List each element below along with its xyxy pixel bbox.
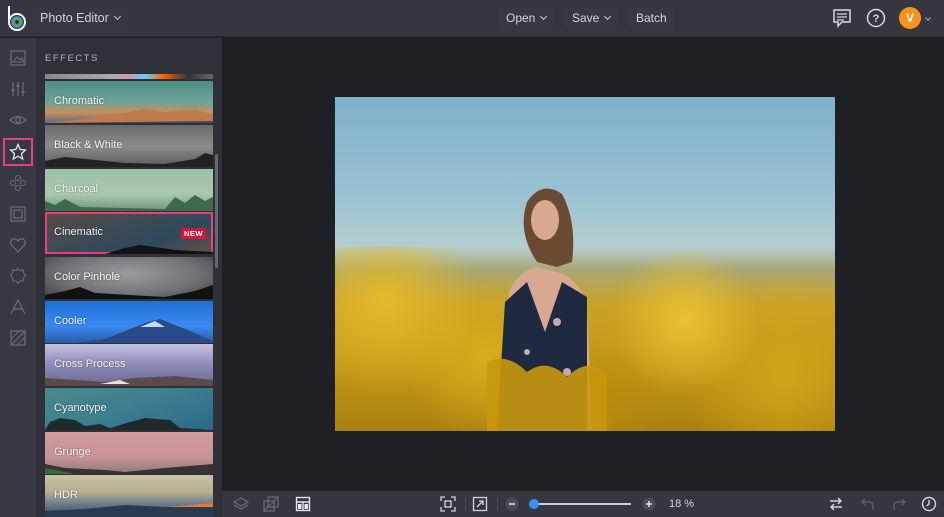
user-avatar[interactable]: V [899, 7, 921, 29]
fit-screen-icon [440, 496, 456, 512]
app-menu-label: Photo Editor [40, 11, 109, 25]
actual-size-button[interactable] [472, 496, 488, 512]
new-badge: NEW [181, 228, 206, 239]
effect-hdr[interactable]: HDR [45, 475, 213, 517]
crop-overlay-icon [263, 496, 279, 512]
rail-item-touch-up[interactable] [3, 106, 33, 134]
rail-item-effects[interactable] [3, 138, 33, 166]
divider [465, 497, 466, 511]
effect-label: Cyanotype [54, 402, 107, 414]
heart-icon [10, 238, 26, 253]
effect-black-and-white[interactable]: Black & White [45, 125, 213, 167]
top-bar: Photo Editor Open Save Batch ? V [0, 0, 944, 37]
effect-label: Black & White [54, 139, 123, 151]
rail-item-image[interactable] [3, 44, 33, 72]
text-icon [10, 298, 26, 315]
photo-canvas[interactable] [335, 97, 835, 431]
effect-cross-process[interactable]: Cross Process [45, 344, 213, 386]
plus-circle-icon [642, 497, 656, 511]
open-button[interactable]: Open [499, 6, 554, 30]
open-label: Open [506, 11, 536, 25]
rail-item-frames[interactable] [3, 200, 33, 228]
batch-button[interactable]: Batch [629, 6, 674, 30]
chevron-down-icon [540, 12, 548, 21]
flower-icon [9, 174, 27, 192]
rail-item-artsy[interactable] [3, 169, 33, 197]
effect-label: Cross Process [54, 358, 126, 370]
fit-to-screen-button[interactable] [440, 496, 456, 512]
zoom-out-button[interactable] [504, 496, 520, 512]
rail-item-graphics[interactable] [3, 231, 33, 259]
image-icon [10, 50, 26, 66]
effect-label: Cinematic [54, 226, 103, 238]
effects-scrollbar[interactable] [215, 154, 218, 268]
effect-label: Grunge [54, 446, 91, 458]
eye-icon [9, 115, 27, 125]
effect-label: HDR [54, 489, 78, 501]
photo-editor-app: Photo Editor Open Save Batch ? V EFFECTS… [0, 0, 944, 517]
effect-label: Cooler [54, 315, 87, 327]
effect-label: Chromatic [54, 95, 105, 107]
effect-color-pinhole[interactable]: Color Pinhole [45, 257, 213, 299]
panel-title: EFFECTS [45, 53, 99, 64]
divider [497, 497, 498, 511]
swap-icon [829, 497, 843, 511]
rail-item-textures[interactable] [3, 324, 33, 352]
layers-button[interactable] [232, 496, 250, 512]
logo-icon[interactable] [6, 5, 28, 31]
zoom-value: 18 % [669, 498, 695, 510]
rail-item-overlays[interactable] [3, 262, 33, 290]
effect-cyanotype[interactable]: Cyanotype [45, 388, 213, 430]
undo-button[interactable] [860, 496, 876, 512]
chevron-down-icon [604, 12, 612, 21]
effect-cinematic[interactable]: Cinematic NEW [45, 212, 213, 254]
undo-icon [861, 498, 874, 510]
svg-text:?: ? [873, 13, 880, 25]
history-button[interactable] [921, 496, 937, 512]
bottom-toolbar: 18 % [222, 491, 944, 517]
effect-grunge[interactable]: Grunge [45, 432, 213, 474]
compare-button[interactable] [828, 496, 844, 512]
woman-subject [487, 188, 607, 431]
rail-item-text[interactable] [3, 293, 33, 321]
save-label: Save [572, 11, 600, 25]
effect-label: Color Pinhole [54, 271, 121, 283]
frame-icon [10, 206, 26, 222]
chat-icon[interactable] [831, 7, 853, 29]
expand-icon [472, 496, 488, 512]
minus-circle-icon [505, 497, 519, 511]
layout-icon [295, 496, 311, 512]
zoom-slider[interactable] [529, 499, 631, 509]
batch-label: Batch [636, 11, 667, 25]
rail-item-adjust[interactable] [3, 75, 33, 103]
canvas-button[interactable] [263, 496, 279, 512]
star-icon [9, 143, 27, 161]
sliders-icon [11, 82, 25, 96]
tool-rail [0, 38, 36, 517]
effect-cooler[interactable]: Cooler [45, 301, 213, 343]
help-icon[interactable]: ? [865, 7, 887, 29]
texture-icon [10, 330, 26, 346]
app-menu-dropdown[interactable]: Photo Editor [32, 6, 128, 30]
effects-panel: EFFECTS Chromatic Black & White Charcoal… [36, 38, 222, 517]
chevron-down-icon [113, 12, 121, 21]
save-button[interactable]: Save [565, 6, 618, 30]
redo-button[interactable] [891, 496, 907, 512]
redo-icon [893, 498, 906, 510]
clock-icon [921, 496, 937, 512]
badge-icon [9, 267, 27, 285]
avatar-initial: V [905, 11, 914, 25]
effect-label: Charcoal [54, 183, 99, 195]
zoom-in-button[interactable] [641, 496, 657, 512]
layers-icon [232, 497, 250, 510]
effect-charcoal[interactable]: Charcoal [45, 169, 213, 211]
zoom-slider-thumb[interactable] [529, 499, 539, 509]
layout-button[interactable] [295, 496, 311, 512]
effect-chromatic[interactable]: Chromatic [45, 81, 213, 123]
chevron-down-icon[interactable] [925, 15, 931, 21]
effect-thumbnail-partial[interactable] [45, 74, 213, 79]
